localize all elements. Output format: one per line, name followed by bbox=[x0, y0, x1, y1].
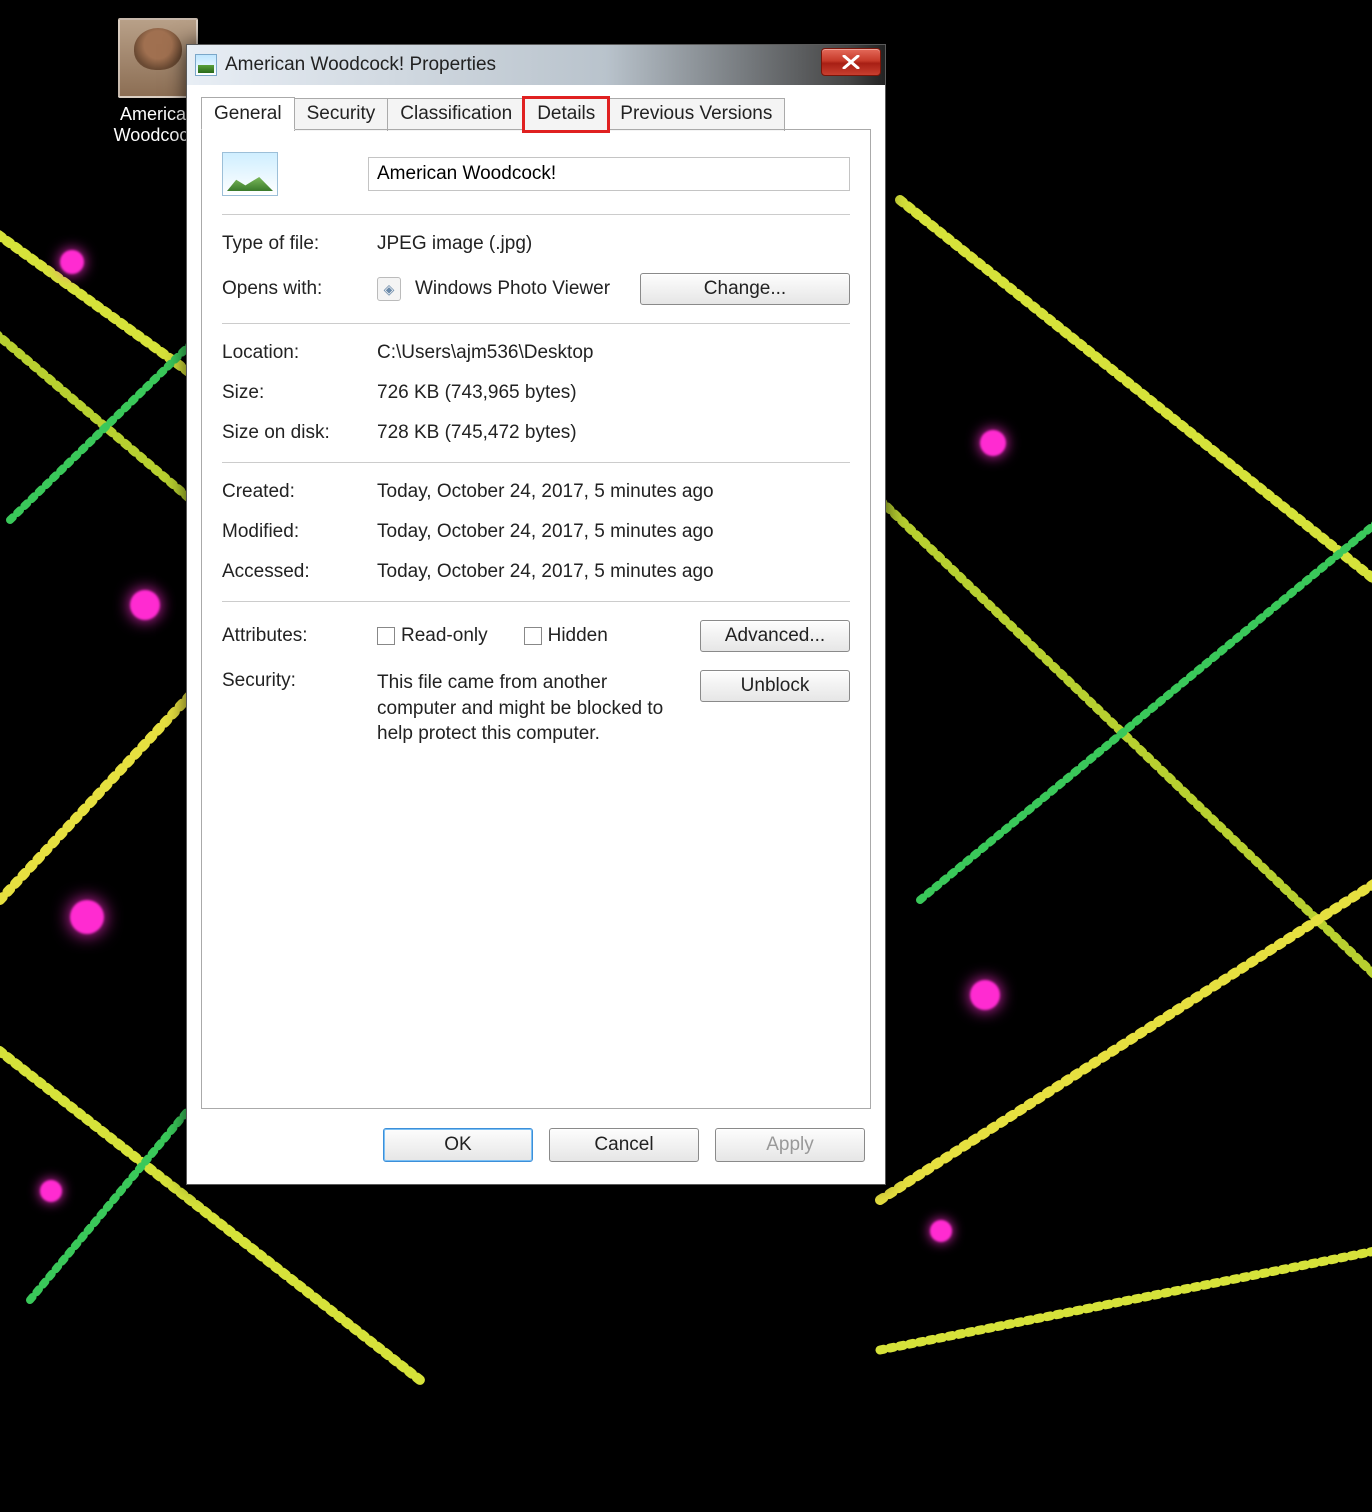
ok-button[interactable]: OK bbox=[383, 1128, 533, 1162]
separator bbox=[222, 601, 850, 602]
close-icon bbox=[842, 55, 860, 69]
created-label: Created: bbox=[222, 481, 377, 503]
tab-previous-versions[interactable]: Previous Versions bbox=[607, 98, 785, 131]
attributes-label: Attributes: bbox=[222, 625, 377, 647]
checkbox-box-icon bbox=[377, 627, 395, 645]
opens-with-value: Windows Photo Viewer bbox=[415, 278, 610, 300]
hidden-label: Hidden bbox=[548, 625, 608, 647]
size-on-disk-value: 728 KB (745,472 bytes) bbox=[377, 422, 577, 444]
tab-label: General bbox=[214, 103, 282, 124]
tab-details[interactable]: Details bbox=[524, 98, 608, 131]
accessed-value: Today, October 24, 2017, 5 minutes ago bbox=[377, 561, 714, 583]
tab-label: Security bbox=[307, 103, 376, 124]
opens-with-label: Opens with: bbox=[222, 278, 377, 300]
hidden-checkbox[interactable]: Hidden bbox=[524, 625, 608, 647]
type-value: JPEG image (.jpg) bbox=[377, 233, 532, 255]
separator bbox=[222, 462, 850, 463]
tab-classification[interactable]: Classification bbox=[387, 98, 525, 131]
size-on-disk-label: Size on disk: bbox=[222, 422, 377, 444]
tab-label: Previous Versions bbox=[620, 103, 772, 124]
separator bbox=[222, 214, 850, 215]
close-button[interactable] bbox=[821, 48, 881, 76]
tab-general[interactable]: General bbox=[201, 97, 295, 130]
dialog-title: American Woodcock! Properties bbox=[225, 54, 496, 76]
size-label: Size: bbox=[222, 382, 377, 404]
modified-value: Today, October 24, 2017, 5 minutes ago bbox=[377, 521, 714, 543]
properties-dialog: American Woodcock! Properties General Se… bbox=[186, 44, 886, 1185]
readonly-label: Read-only bbox=[401, 625, 488, 647]
readonly-checkbox[interactable]: Read-only bbox=[377, 625, 488, 647]
tab-security[interactable]: Security bbox=[294, 98, 389, 131]
location-label: Location: bbox=[222, 342, 377, 364]
cancel-button[interactable]: Cancel bbox=[549, 1128, 699, 1162]
titlebar-app-icon bbox=[195, 54, 217, 76]
filename-input[interactable] bbox=[368, 157, 850, 191]
file-type-icon bbox=[222, 152, 278, 196]
created-value: Today, October 24, 2017, 5 minutes ago bbox=[377, 481, 714, 503]
size-value: 726 KB (743,965 bytes) bbox=[377, 382, 577, 404]
change-button[interactable]: Change... bbox=[640, 273, 850, 305]
advanced-button[interactable]: Advanced... bbox=[700, 620, 850, 652]
titlebar[interactable]: American Woodcock! Properties bbox=[187, 45, 885, 85]
security-label: Security: bbox=[222, 670, 377, 692]
tab-strip: General Security Classification Details … bbox=[187, 85, 885, 130]
type-label: Type of file: bbox=[222, 233, 377, 255]
tab-label: Classification bbox=[400, 103, 512, 124]
dialog-footer: OK Cancel Apply bbox=[187, 1110, 885, 1184]
unblock-button[interactable]: Unblock bbox=[700, 670, 850, 702]
checkbox-box-icon bbox=[524, 627, 542, 645]
photo-viewer-icon: ◈ bbox=[377, 277, 401, 301]
security-message: This file came from another computer and… bbox=[377, 670, 700, 747]
apply-button[interactable]: Apply bbox=[715, 1128, 865, 1162]
general-panel: Type of file: JPEG image (.jpg) Opens wi… bbox=[201, 129, 871, 1109]
tab-label: Details bbox=[537, 103, 595, 124]
accessed-label: Accessed: bbox=[222, 561, 377, 583]
location-value: C:\Users\ajm536\Desktop bbox=[377, 342, 593, 364]
separator bbox=[222, 323, 850, 324]
modified-label: Modified: bbox=[222, 521, 377, 543]
